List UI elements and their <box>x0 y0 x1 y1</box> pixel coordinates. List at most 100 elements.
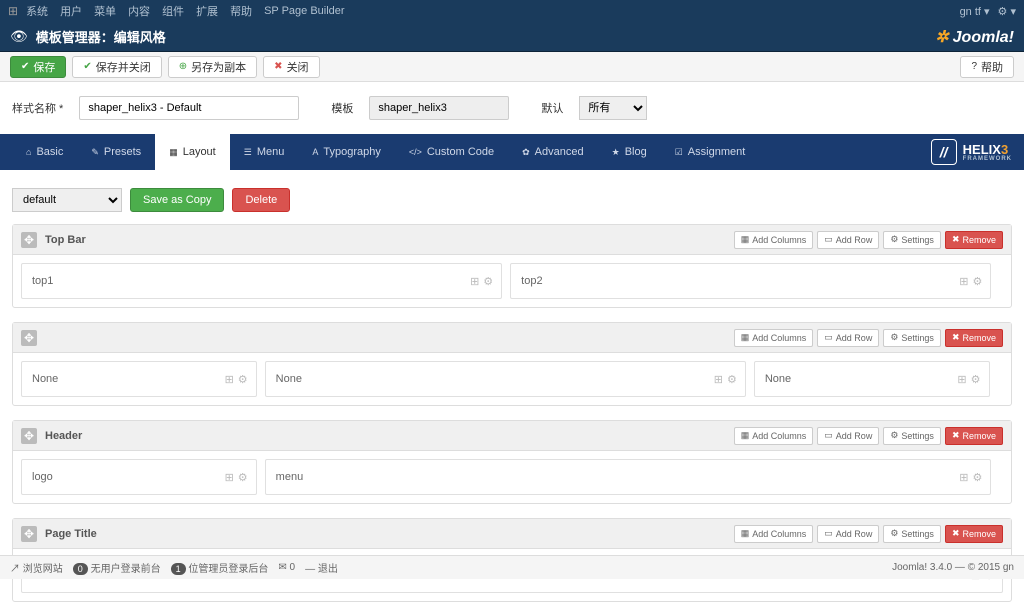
drag-handle-icon[interactable]: ✥ <box>21 428 37 444</box>
save-button[interactable]: ✔保存 <box>10 56 66 78</box>
tab-blog[interactable]: ★Blog <box>598 134 661 170</box>
form-row: 样式名称 * 模板 默认 所有 <box>0 82 1024 134</box>
style-name-input[interactable] <box>79 96 299 120</box>
remove-button[interactable]: ✖Remove <box>945 427 1003 445</box>
add-row-button[interactable]: ▭Add Row <box>817 525 879 543</box>
menu-system[interactable]: 系统 <box>26 3 48 19</box>
layout-section: ✥Header▦Add Columns▭Add Row⚙Settings✖Rem… <box>12 420 1012 504</box>
settings-button[interactable]: ⚙Settings <box>883 231 941 249</box>
help-button[interactable]: ?帮助 <box>960 56 1014 78</box>
joomla-icon: ⊞ <box>8 4 18 18</box>
settings-button[interactable]: ⚙Settings <box>883 525 941 543</box>
column-name: menu <box>276 471 304 483</box>
tab-layout[interactable]: ▦Layout <box>155 134 230 170</box>
menu-help[interactable]: 帮助 <box>230 3 252 19</box>
save-copy-button[interactable]: ⊕另存为副本 <box>168 56 257 78</box>
eye-icon: 👁 <box>10 28 28 45</box>
tab-customcode[interactable]: </>Custom Code <box>395 134 508 170</box>
drag-handle-icon[interactable]: ✥ <box>21 526 37 542</box>
add-columns-button[interactable]: ▦Add Columns <box>734 231 814 249</box>
add-row-button[interactable]: ▭Add Row <box>817 329 879 347</box>
style-name-label: 样式名称 * <box>12 100 63 116</box>
column-settings-icon[interactable]: ⊞ <box>957 373 966 386</box>
admin-top-bar: ⊞ 系统 用户 菜单 内容 组件 扩展 帮助 SP Page Builder g… <box>0 0 1024 22</box>
column-name: None <box>276 373 302 385</box>
helix-icon: // <box>931 139 957 165</box>
column-settings-icon[interactable]: ⊞ <box>225 373 234 386</box>
section-header: ✥ Top Bar ▦Add Columns▭Add Row⚙Settings✖Re… <box>13 225 1011 255</box>
delete-button[interactable]: Delete <box>232 188 290 212</box>
column-box[interactable]: None⊞⚙ <box>21 361 257 397</box>
add-row-button[interactable]: ▭Add Row <box>817 427 879 445</box>
frontend-users[interactable]: 0 无用户登录前台 <box>73 560 161 575</box>
column-config-icon[interactable]: ⚙ <box>727 373 737 386</box>
close-button[interactable]: ✖关闭 <box>263 56 319 78</box>
visit-site-link[interactable]: ↗ 浏览网站 <box>10 560 63 575</box>
column-box[interactable]: top2⊞⚙ <box>510 263 991 299</box>
column-config-icon[interactable]: ⚙ <box>971 373 981 386</box>
column-name: None <box>765 373 791 385</box>
column-box[interactable]: None ⊞ ⚙ <box>265 361 746 397</box>
menu-sppagebuilder[interactable]: SP Page Builder <box>264 5 345 17</box>
layout-controls: default Save as Copy Delete <box>0 170 1024 224</box>
column-settings-icon[interactable]: ⊞ <box>959 275 968 288</box>
tab-basic[interactable]: ⌂Basic <box>12 134 77 170</box>
column-config-icon[interactable]: ⚙ <box>483 275 493 288</box>
section-body: None⊞⚙None⊞⚙None⊞⚙ <box>13 353 1011 405</box>
backend-admins[interactable]: 1 位管理员登录后台 <box>171 560 269 575</box>
helix-logo: // HELIX3FRAMEWORK <box>931 134 1012 170</box>
column-box[interactable]: top1 ⊞ ⚙ <box>21 263 502 299</box>
column-settings-icon[interactable]: ⊞ <box>470 275 479 288</box>
add-columns-button[interactable]: ▦Add Columns <box>734 427 814 445</box>
gear-icon[interactable]: ⚙ ▾ <box>998 5 1016 18</box>
tab-advanced[interactable]: ✿Advanced <box>508 134 597 170</box>
section-header: ✥ Page Title ▦Add Columns▭Add Row⚙Settings… <box>13 519 1011 549</box>
save-as-copy-button[interactable]: Save as Copy <box>130 188 224 212</box>
menu-menus[interactable]: 菜单 <box>94 3 116 19</box>
column-box[interactable]: logo⊞⚙ <box>21 459 257 495</box>
column-box[interactable]: None ⊞ ⚙ <box>754 361 990 397</box>
tab-menu[interactable]: ☰Menu <box>230 134 299 170</box>
column-config-icon[interactable]: ⚙ <box>972 471 982 484</box>
settings-button[interactable]: ⚙Settings <box>883 427 941 445</box>
section-title: Page Title <box>45 528 726 540</box>
tab-typography[interactable]: ATypography <box>298 134 395 170</box>
logout-link[interactable]: — 退出 <box>305 560 338 575</box>
section-header: ✥ ▦Add Columns▭Add Row⚙Settings✖Remove <box>13 323 1011 353</box>
add-columns-button[interactable]: ▦Add Columns <box>734 525 814 543</box>
tab-assignment[interactable]: ☑Assignment <box>661 134 760 170</box>
column-name: top1 <box>32 275 53 287</box>
tab-presets[interactable]: ✎Presets <box>77 134 155 170</box>
menu-extensions[interactable]: 扩展 <box>196 3 218 19</box>
toolbar: ✔保存 ✔保存并关闭 ⊕另存为副本 ✖关闭 ?帮助 <box>0 52 1024 82</box>
tab-bar: ⌂Basic ✎Presets ▦Layout ☰Menu ATypograph… <box>0 134 1024 170</box>
column-settings-icon[interactable]: ⊞ <box>959 471 968 484</box>
section-title: Top Bar <box>45 234 726 246</box>
menu-components[interactable]: 组件 <box>162 3 184 19</box>
default-select[interactable]: 所有 <box>579 96 647 120</box>
column-config-icon[interactable]: ⚙ <box>238 373 248 386</box>
column-settings-icon[interactable]: ⊞ <box>225 471 234 484</box>
menu-users[interactable]: 用户 <box>60 3 82 19</box>
drag-handle-icon[interactable]: ✥ <box>21 330 37 346</box>
layout-preset-select[interactable]: default <box>12 188 122 212</box>
section-body: logo⊞⚙menu⊞⚙ <box>13 451 1011 503</box>
remove-button[interactable]: ✖Remove <box>945 231 1003 249</box>
column-config-icon[interactable]: ⚙ <box>238 471 248 484</box>
layout-section: ✥ ▦Add Columns▭Add Row⚙Settings✖Remove Non… <box>12 322 1012 406</box>
settings-button[interactable]: ⚙Settings <box>883 329 941 347</box>
section-body: top1⊞⚙top2⊞⚙ <box>13 255 1011 307</box>
drag-handle-icon[interactable]: ✥ <box>21 232 37 248</box>
menu-content[interactable]: 内容 <box>128 3 150 19</box>
remove-button[interactable]: ✖Remove <box>945 525 1003 543</box>
version-text: Joomla! 3.4.0 — © 2015 gn <box>892 562 1014 573</box>
remove-button[interactable]: ✖Remove <box>945 329 1003 347</box>
save-close-button[interactable]: ✔保存并关闭 <box>72 56 161 78</box>
add-columns-button[interactable]: ▦Add Columns <box>734 329 814 347</box>
column-config-icon[interactable]: ⚙ <box>972 275 982 288</box>
add-row-button[interactable]: ▭Add Row <box>817 231 879 249</box>
column-settings-icon[interactable]: ⊞ <box>714 373 723 386</box>
messages[interactable]: ✉ 0 <box>278 562 295 573</box>
column-box[interactable]: menu ⊞ ⚙ <box>265 459 992 495</box>
user-info[interactable]: gn tf ▾ <box>960 5 990 18</box>
